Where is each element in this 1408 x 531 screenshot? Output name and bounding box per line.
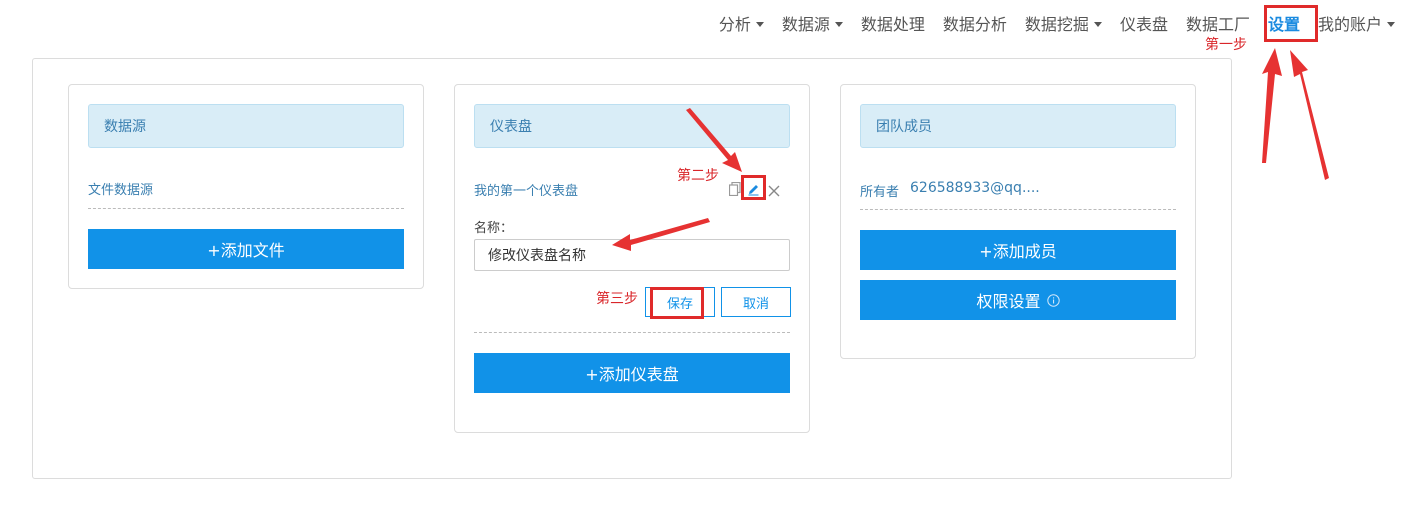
nav-label: 数据工厂 — [1185, 15, 1250, 34]
step2-highlight-box — [741, 175, 766, 200]
panel-title: 团队成员 — [860, 104, 1176, 148]
nav-label: 数据挖掘 — [1024, 15, 1089, 34]
divider — [474, 332, 790, 333]
name-label: 名称： — [474, 221, 514, 236]
datasource-panel: 数据源 文件数据源 +添加文件 — [68, 84, 424, 289]
owner-email: 626588933@qq.... — [910, 180, 1040, 196]
panel-title: 数据源 — [88, 104, 404, 148]
step3-annotation: 第三步 — [596, 291, 638, 307]
settings-page: 分析 数据源 数据处理 数据分析 数据挖掘 仪表盘 数据工厂 设置 我的账户 第… — [0, 0, 1408, 531]
caret-down-icon — [834, 21, 843, 27]
step1-arrow-2 — [1290, 50, 1329, 180]
add-member-button[interactable]: +添加成员 — [860, 230, 1176, 270]
file-datasource-link[interactable]: 文件数据源 — [88, 179, 153, 198]
close-icon[interactable] — [768, 182, 780, 201]
nav-my-account[interactable]: 我的账户 — [1309, 0, 1404, 46]
nav-label: 仪表盘 — [1119, 15, 1168, 34]
nav-dashboard[interactable]: 仪表盘 — [1111, 0, 1177, 46]
step1-highlight-box — [1264, 5, 1318, 42]
cancel-button[interactable]: 取消 — [721, 287, 791, 317]
nav-data-mining[interactable]: 数据挖掘 — [1016, 0, 1111, 46]
permission-settings-button[interactable]: 权限设置 — [860, 280, 1176, 320]
step1-arrow — [1262, 48, 1282, 163]
nav-label: 我的账户 — [1317, 15, 1382, 34]
nav-datasource[interactable]: 数据源 — [773, 0, 852, 46]
nav-analysis[interactable]: 分析 — [710, 0, 773, 46]
nav-label: 数据分析 — [942, 15, 1007, 34]
nav-label: 数据源 — [781, 15, 830, 34]
caret-down-icon — [1387, 21, 1395, 27]
dashboard-item-link[interactable]: 我的第一个仪表盘 — [474, 180, 578, 199]
dashboard-name-input[interactable] — [474, 239, 790, 271]
team-panel: 团队成员 所有者 626588933@qq.... +添加成员 权限设置 — [840, 84, 1196, 359]
nav-data-processing[interactable]: 数据处理 — [852, 0, 934, 46]
add-file-button[interactable]: +添加文件 — [88, 229, 404, 269]
caret-down-icon — [755, 21, 764, 27]
nav-label: 数据处理 — [860, 15, 925, 34]
divider — [88, 208, 404, 209]
copy-icon[interactable] — [728, 181, 741, 200]
panel-title: 仪表盘 — [474, 104, 790, 148]
nav-data-analysis[interactable]: 数据分析 — [934, 0, 1016, 46]
permission-settings-label: 权限设置 — [976, 292, 1041, 311]
step3-highlight-box — [650, 287, 704, 319]
caret-down-icon — [1093, 21, 1102, 27]
dashboard-panel: 仪表盘 我的第一个仪表盘 名称： 保存 取消 +添加仪表盘 — [454, 84, 810, 433]
step1-annotation: 第一步 — [1205, 37, 1247, 53]
info-icon — [1046, 293, 1060, 307]
owner-label: 所有者 — [860, 185, 900, 200]
add-dashboard-button[interactable]: +添加仪表盘 — [474, 353, 790, 393]
divider — [860, 209, 1176, 210]
step2-annotation: 第二步 — [677, 168, 719, 184]
nav-label: 分析 — [718, 15, 751, 34]
